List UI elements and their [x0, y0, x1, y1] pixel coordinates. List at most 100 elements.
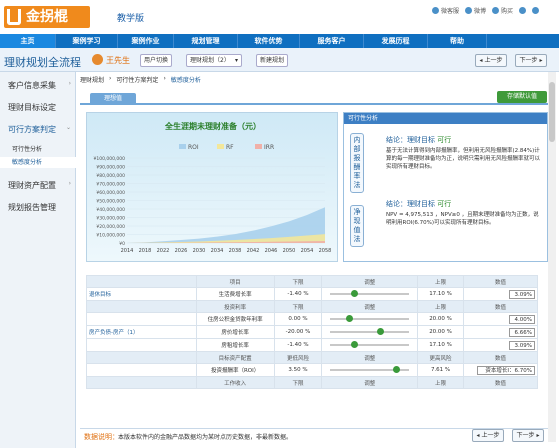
table-row: 房租增长率 -1.40 % 17.10 % 3.09%	[86, 338, 538, 352]
slider-track	[330, 293, 410, 295]
top-link-weibo[interactable]: 微博	[464, 6, 486, 15]
sidebar: 客户信息采集 › 理财目标设定 可行方案判定 ⌄ 可行性分析 敏感度分析 理财资产配…	[0, 72, 76, 448]
tab-ideal-value[interactable]: 理想值	[90, 93, 136, 105]
top-link-service[interactable]: 微客服	[431, 6, 459, 15]
new-plan-button[interactable]: 新建规划	[256, 54, 288, 67]
slider-knob[interactable]	[351, 341, 359, 348]
chevron-right-icon: ›	[68, 180, 71, 187]
feasibility-panel-title: 可行性分析	[344, 113, 547, 124]
table-header-cell: 上限	[417, 376, 465, 389]
sidebar-item-info[interactable]: 客户信息采集 ›	[0, 80, 76, 91]
table-item-cell: 生活费增长率	[195, 287, 275, 301]
table-header-cell: 数值	[463, 351, 538, 364]
top-link-label: 购买	[500, 8, 513, 15]
adjust-slider[interactable]	[324, 288, 415, 300]
nav-item[interactable]: 规划管理	[174, 34, 238, 48]
sidebar-item-allocation[interactable]: 理财资产配置 ›	[0, 180, 76, 191]
breadcrumb: 理财规划 › 可行性方案判定 › 敏感度分析	[80, 75, 201, 87]
roi-select[interactable]: 资本增长Ⅰ：6.70%	[477, 365, 535, 375]
table-high-cell: 7.61 %	[417, 363, 465, 377]
breadcrumb-item[interactable]: 可行性方案判定	[116, 75, 158, 87]
legend-label: RF	[226, 144, 234, 151]
npv-method-text: 净现值法	[353, 208, 361, 243]
irr-method-text: 内部报酬率法	[353, 136, 361, 189]
breadcrumb-sep: ›	[163, 75, 166, 82]
value-input[interactable]: 6.66%	[509, 327, 535, 337]
nav-item[interactable]: 案例作业	[118, 34, 174, 48]
nav-item[interactable]: 软件优势	[238, 34, 300, 48]
table-header-cell	[86, 376, 197, 389]
adjust-slider[interactable]	[324, 326, 415, 338]
irr-conclusion-text: 结论：理财目标	[386, 136, 435, 144]
adjust-slider[interactable]	[324, 313, 415, 325]
table-group-cell	[86, 338, 197, 352]
table-row: 住房公积金贷款年利率 0.00 % 20.00 % 4.00%	[86, 312, 538, 326]
chart-panel: 全生涯期未理财准备（元） ROI RF IRR ¥100,000,000 ¥90,000…	[86, 112, 338, 262]
footer-prev-button[interactable]: ◂ 上一步	[472, 429, 504, 442]
npv-conclusion: 结论：理财目标 可行	[386, 199, 451, 209]
table-high-cell: 20.00 %	[417, 312, 465, 326]
y-tick-label: ¥80,000,000	[96, 173, 125, 179]
chevron-down-icon: ⌄	[65, 124, 71, 131]
user-icon-button[interactable]	[519, 7, 526, 14]
table-header-cell: 数值	[463, 300, 538, 313]
prev-step-button[interactable]: ◂ 上一步	[475, 54, 507, 67]
value-input[interactable]: 4.00%	[509, 314, 535, 324]
legend-swatch	[255, 144, 262, 149]
breadcrumb-item[interactable]: 理财规划	[80, 75, 104, 87]
slider-knob[interactable]	[351, 290, 359, 297]
plan-select[interactable]: 理财规划（2） ▾	[186, 54, 242, 67]
slider-knob[interactable]	[346, 315, 354, 322]
user-name: 王先生	[106, 56, 130, 65]
next-step-button[interactable]: 下一步 ▸	[515, 54, 547, 67]
x-tick-label: 2042	[247, 248, 260, 254]
x-tick-label: 2054	[301, 248, 314, 254]
scrollbar-thumb[interactable]	[549, 82, 555, 142]
legend-swatch	[179, 144, 186, 149]
y-tick-label: ¥60,000,000	[96, 190, 125, 196]
help-icon-button[interactable]	[532, 7, 539, 14]
sidebar-subitem-feasibility[interactable]: 可行性分析	[0, 144, 76, 155]
footer-label: 数据说明：	[84, 433, 119, 441]
sidebar-item-goals[interactable]: 理财目标设定	[0, 102, 76, 113]
x-tick-label: 2058	[319, 248, 332, 254]
top-link-label: 微博	[473, 8, 486, 15]
sidebar-item-report[interactable]: 规划报告管理	[0, 202, 76, 213]
nav-item[interactable]: 帮助	[428, 34, 487, 48]
adjust-slider[interactable]	[324, 339, 415, 351]
top-links: 微客服 微博 购买	[431, 6, 539, 15]
top-link-buy[interactable]: 购买	[491, 6, 513, 15]
y-tick-label: ¥30,000,000	[96, 216, 125, 222]
nav-item[interactable]: 发展历程	[364, 34, 428, 48]
page-title: 理财规划全流程	[4, 56, 81, 69]
nav-item[interactable]: 主页	[0, 34, 56, 48]
table-group-cell	[86, 363, 197, 377]
scrollbar[interactable]	[548, 72, 556, 442]
value-input[interactable]: 3.09%	[509, 289, 535, 299]
chart-svg: ROI RF IRR ¥100,000,000 ¥90,000,000 ¥80,000,0…	[94, 144, 332, 254]
adjust-slider[interactable]	[324, 364, 415, 376]
sidebar-item-label: 可行方案判定	[8, 125, 56, 134]
table-high-cell: 17.10 %	[417, 287, 465, 301]
nav-item[interactable]: 案例学习	[56, 34, 118, 48]
switch-user-button[interactable]: 用户切换	[140, 54, 172, 67]
table-value-cell: 6.66%	[463, 325, 538, 339]
y-tick-label: ¥90,000,000	[96, 165, 125, 171]
slider-knob[interactable]	[392, 366, 400, 373]
table-item-cell: 投资报酬率（ROI）	[195, 363, 275, 377]
save-default-button[interactable]: 存储默认值	[497, 91, 547, 103]
x-tick-label: 2050	[283, 248, 296, 254]
table-group-cell: 房产负债-房产（1）	[86, 325, 197, 339]
slider-knob[interactable]	[376, 328, 384, 335]
table-low-cell: -1.40 %	[273, 338, 323, 352]
nav-item[interactable]: 服务客户	[300, 34, 364, 48]
sidebar-item-feasibility[interactable]: 可行方案判定 ⌄	[0, 124, 76, 135]
footer-next-button[interactable]: 下一步 ▸	[512, 429, 544, 442]
value-input[interactable]: 3.09%	[509, 340, 535, 350]
sidebar-subitem-sensitivity[interactable]: 敏感度分析	[0, 157, 76, 168]
table-high-cell: 17.10 %	[417, 338, 465, 352]
table-header-cell: 项目	[195, 275, 275, 288]
user-avatar-icon	[92, 54, 103, 65]
slider-track	[330, 331, 410, 333]
table-row: 房产负债-房产（1） 房价增长率 -20.00 % 20.00 % 6.66%	[86, 325, 538, 339]
